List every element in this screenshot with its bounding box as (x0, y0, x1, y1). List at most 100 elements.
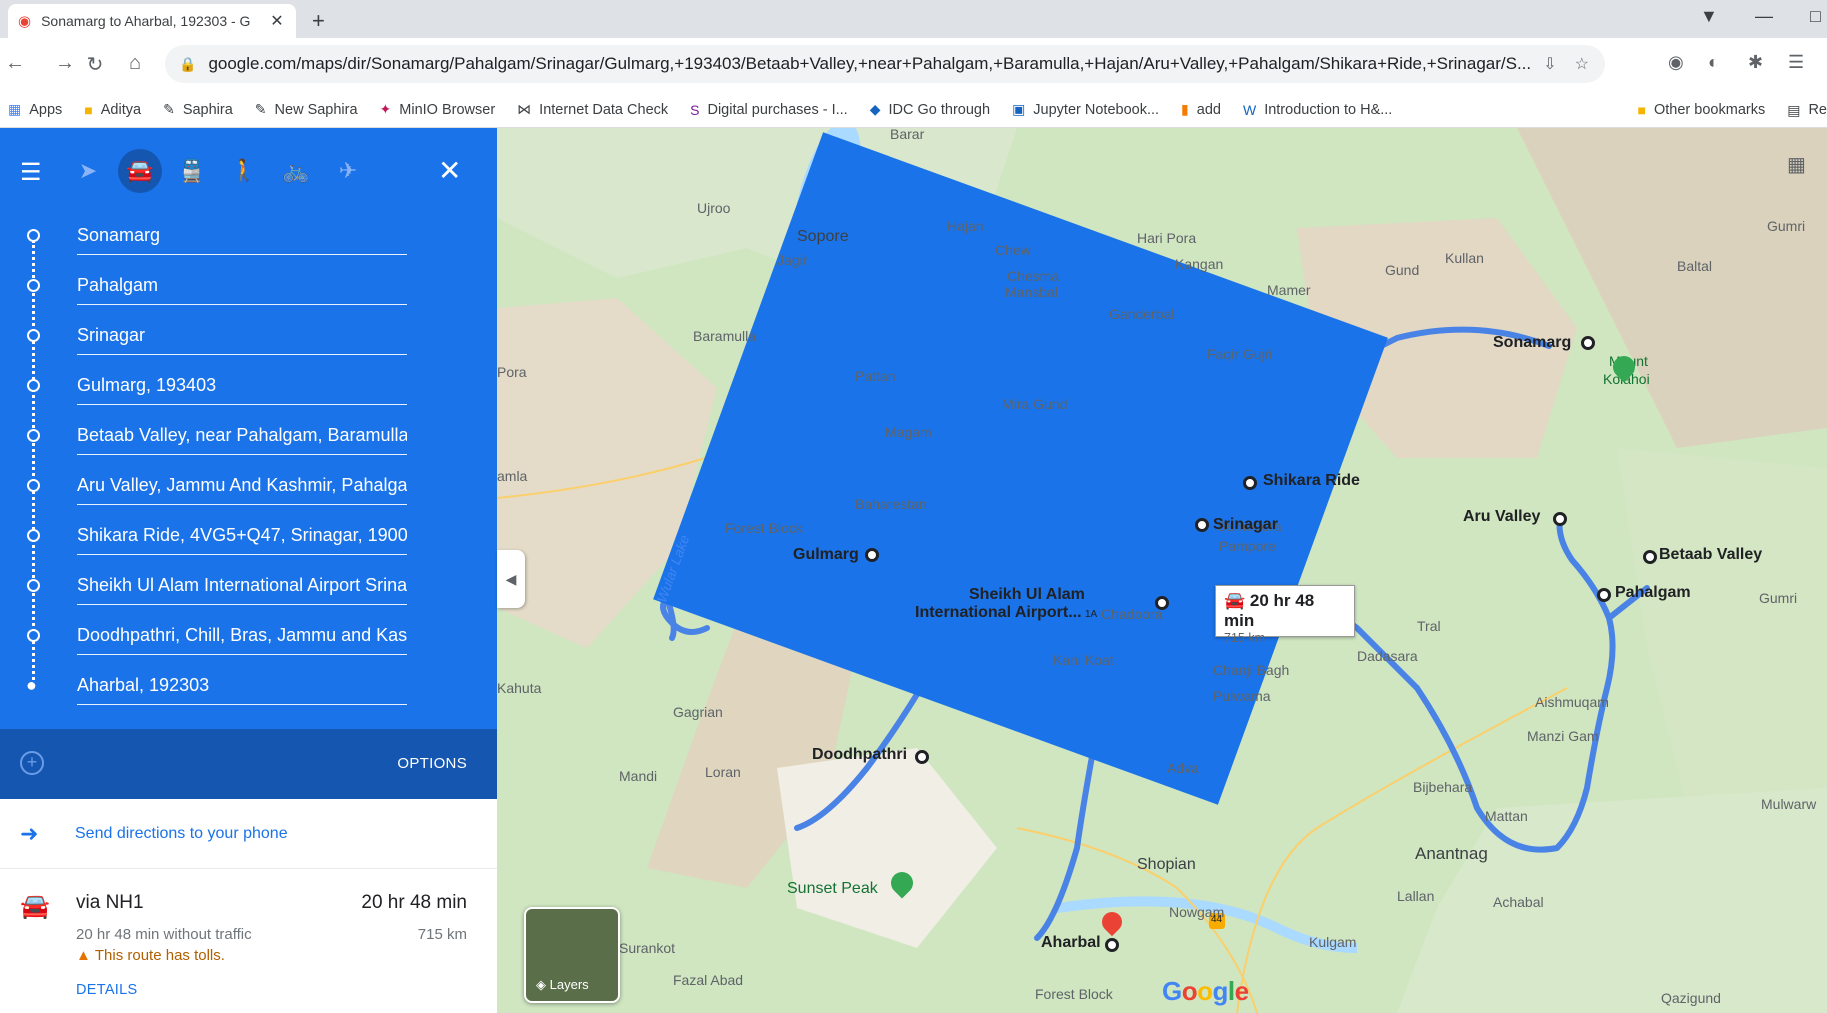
stop-row[interactable]: Srinagar (0, 312, 497, 362)
minimize-button[interactable]: — (1755, 6, 1773, 27)
bookmark-folder[interactable]: ■ Aditya (84, 102, 141, 118)
send-to-phone-label[interactable]: Send directions to your phone (75, 825, 288, 843)
bookmark-item[interactable]: ⋈ Internet Data Check (517, 101, 668, 118)
stop-row[interactable]: Sonamarg (0, 212, 497, 262)
place-label-sonamarg[interactable]: Sonamarg (1493, 334, 1571, 352)
stop-row[interactable]: Doodhpathri, Chill, Bras, Jammu and Kash… (0, 612, 497, 662)
layers-button[interactable]: ◈ Layers (524, 907, 620, 1003)
bookmark-item[interactable]: ▮ add (1181, 101, 1221, 118)
place-label-aharbal[interactable]: Aharbal (1041, 934, 1101, 952)
stop-marker-pahalgam[interactable] (1597, 588, 1611, 602)
stop-marker-doodhpathri[interactable] (915, 750, 929, 764)
directions-header: ☰ ➤ 🚘 🚆 🚶 🚲 ✈ ✕ Sonamarg Pahalgam Srinag… (0, 128, 497, 729)
details-link[interactable]: DETAILS (76, 982, 137, 998)
stop-input[interactable]: Sonamarg (77, 225, 407, 255)
bookmark-item[interactable]: W Introduction to H&... (1243, 102, 1392, 118)
map-canvas[interactable]: Barar Wular Lake Ujroo Sopore Jagir Haja… (497, 128, 1827, 1013)
stop-input[interactable]: Sheikh Ul Alam International Airport Sri… (77, 575, 407, 605)
google-apps-icon[interactable]: ▦ (1787, 152, 1806, 177)
tab-search-icon[interactable]: ▼ (1700, 6, 1718, 27)
stop-marker-sonamarg[interactable] (1581, 336, 1595, 350)
lock-icon[interactable]: 🔒 (179, 56, 196, 73)
route-card[interactable]: 🚘 via NH1 20 hr 48 min 20 hr 48 min with… (0, 870, 497, 1013)
highway-44-label: 44 (1211, 914, 1223, 925)
map-label: Chesma (1007, 268, 1060, 284)
bookmark-item[interactable]: S Digital purchases - I... (690, 102, 848, 118)
bookmark-item[interactable]: ▣ Jupyter Notebook... (1012, 101, 1159, 118)
stop-input[interactable]: Aharbal, 192303 (77, 675, 407, 705)
stop-marker-aru[interactable] (1553, 512, 1567, 526)
place-label-shikara[interactable]: Shikara Ride (1263, 472, 1360, 490)
extension-icon[interactable]: ◉ (1668, 52, 1684, 73)
menu-icon[interactable]: ☰ (20, 158, 42, 187)
close-directions-icon[interactable]: ✕ (438, 154, 461, 187)
place-label-airport[interactable]: Sheikh Ul Alam (969, 586, 1085, 604)
map-label: Hajan (947, 218, 984, 234)
stop-input[interactable]: Srinagar (77, 325, 407, 355)
place-label-pahalgam[interactable]: Pahalgam (1615, 584, 1691, 602)
reload-icon[interactable]: ↻ (82, 52, 108, 77)
route-info-distance: 715 km (1224, 631, 1265, 645)
bookmark-item[interactable]: ✎ Saphira (163, 101, 233, 118)
stop-row[interactable]: Aru Valley, Jammu And Kashmir, Pahalgam (0, 462, 497, 512)
stop-row[interactable]: Betaab Valley, near Pahalgam, Baramulla (0, 412, 497, 462)
stop-marker-airport[interactable] (1155, 596, 1169, 610)
restore-button[interactable]: □ (1810, 6, 1821, 27)
forward-icon[interactable]: → (52, 52, 78, 75)
map-label: Forest Block (1035, 986, 1113, 1002)
options-button[interactable]: OPTIONS (397, 755, 467, 772)
bookmark-star-icon[interactable]: ☆ (1575, 54, 1589, 74)
media-icon[interactable]: ☰ (1788, 52, 1804, 73)
other-bookmarks[interactable]: ■ Other bookmarks (1638, 102, 1766, 118)
stop-marker-gulmarg[interactable] (865, 548, 879, 562)
stop-input[interactable]: Aru Valley, Jammu And Kashmir, Pahalgam (77, 475, 407, 505)
bookmark-item[interactable]: ✦ MinIO Browser (380, 101, 496, 118)
stop-marker-srinagar[interactable] (1195, 518, 1209, 532)
stop-input[interactable]: Betaab Valley, near Pahalgam, Baramulla (77, 425, 407, 455)
stop-input[interactable]: Doodhpathri, Chill, Bras, Jammu and Kash… (77, 625, 407, 655)
flight-icon[interactable]: ✈ (326, 149, 370, 193)
route-info-callout[interactable]: 🚘 20 hr 48 min 715 km (1215, 585, 1355, 645)
url-text[interactable]: google.com/maps/dir/Sonamarg/Pahalgam/Sr… (208, 54, 1543, 74)
stop-input[interactable]: Gulmarg, 193403 (77, 375, 407, 405)
back-icon[interactable]: ← (2, 52, 28, 75)
stop-row[interactable]: Sheikh Ul Alam International Airport Sri… (0, 562, 497, 612)
place-label-gulmarg[interactable]: Gulmarg (793, 546, 859, 564)
puzzle-icon[interactable]: ✱ (1748, 52, 1763, 73)
cycling-icon[interactable]: 🚲 (274, 149, 318, 193)
stop-input[interactable]: Shikara Ride, 4VG5+Q47, Srinagar, 190001 (77, 525, 407, 555)
place-label-aru[interactable]: Aru Valley (1463, 508, 1540, 526)
stop-marker-betaab[interactable] (1643, 550, 1657, 564)
tab-active[interactable]: ◉ Sonamarg to Aharbal, 192303 - G ✕ (8, 4, 296, 38)
walking-icon[interactable]: 🚶 (222, 149, 266, 193)
add-destination-icon[interactable]: + (20, 751, 44, 775)
bookmark-item[interactable]: ◆ IDC Go through (870, 101, 990, 118)
new-tab-button[interactable]: + (312, 8, 325, 34)
stop-marker-shikara[interactable] (1243, 476, 1257, 490)
stop-row[interactable]: Shikara Ride, 4VG5+Q47, Srinagar, 190001 (0, 512, 497, 562)
place-label-srinagar[interactable]: Srinagar (1213, 516, 1278, 534)
bookmark-apps[interactable]: ▦ Apps (8, 101, 62, 118)
reading-list[interactable]: ▤ Re (1787, 102, 1827, 119)
stop-input[interactable]: Pahalgam (77, 275, 407, 305)
home-icon[interactable]: ⌂ (122, 52, 148, 75)
place-label-doodhpathri[interactable]: Doodhpathri (812, 746, 907, 764)
stop-row[interactable]: Pahalgam (0, 262, 497, 312)
map-label: Manzi Gam (1527, 728, 1599, 744)
map-label: amla (497, 468, 528, 484)
extension-2-icon[interactable]: ◐ (1708, 52, 1719, 73)
tab-close-icon[interactable]: ✕ (268, 11, 286, 31)
install-icon[interactable]: ⇩ (1543, 54, 1556, 74)
place-label-airport-2[interactable]: International Airport... (915, 604, 1082, 622)
transit-icon[interactable]: 🚆 (170, 149, 214, 193)
place-label-betaab[interactable]: Betaab Valley (1659, 546, 1762, 564)
stop-row[interactable]: ● Aharbal, 192303 (0, 662, 497, 712)
bookmark-item[interactable]: ✎ New Saphira (255, 101, 358, 118)
collapse-panel-button[interactable]: ◀ (497, 550, 525, 608)
driving-icon[interactable]: 🚘 (118, 149, 162, 193)
address-bar[interactable]: 🔒 google.com/maps/dir/Sonamarg/Pahalgam/… (165, 45, 1605, 83)
best-route-icon[interactable]: ➤ (66, 149, 110, 193)
send-to-phone[interactable]: ➜ Send directions to your phone (0, 799, 497, 869)
stop-row[interactable]: Gulmarg, 193403 (0, 362, 497, 412)
stop-marker-aharbal[interactable] (1105, 938, 1119, 952)
